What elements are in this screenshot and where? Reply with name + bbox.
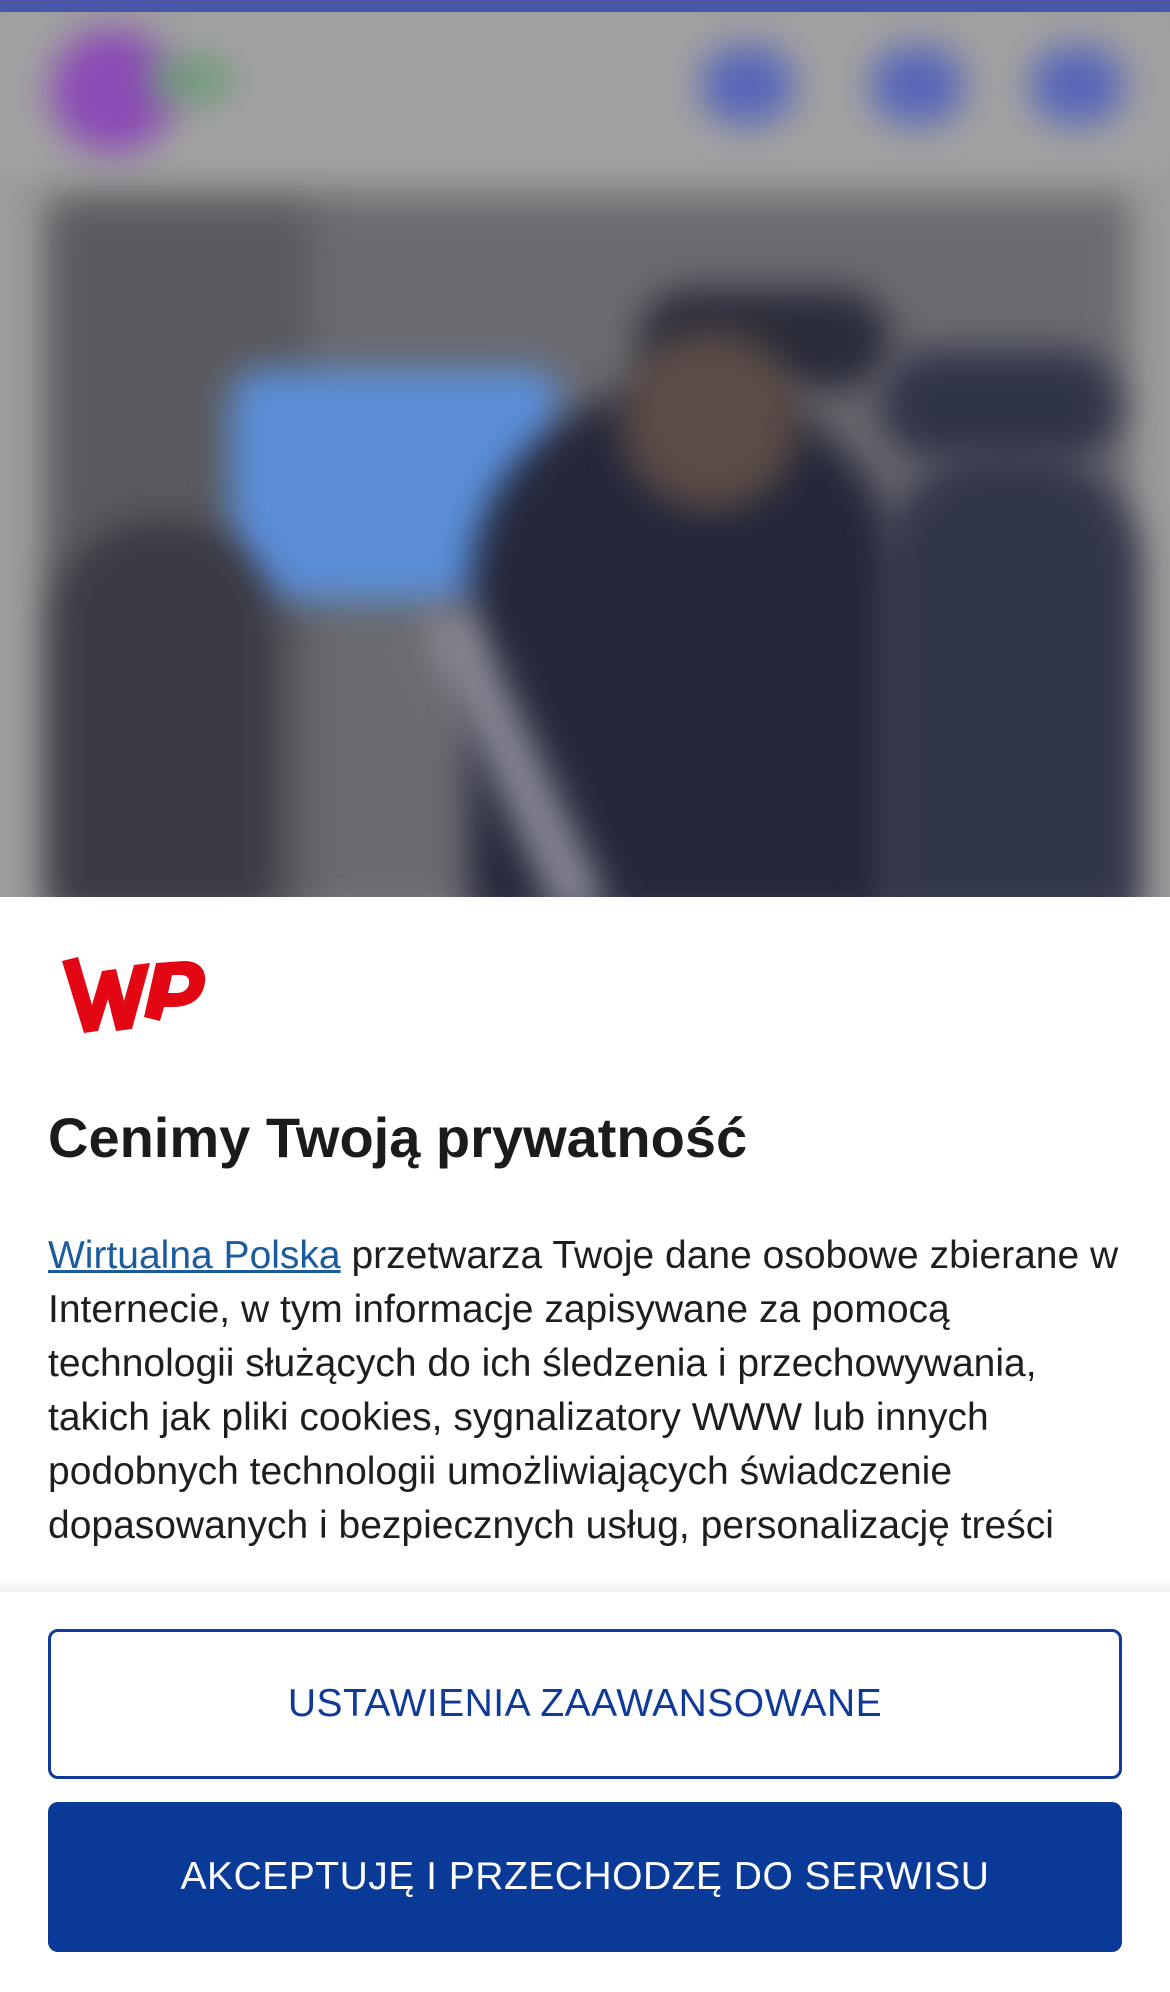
scroll-fade — [0, 1579, 1170, 1593]
wp-logo: WP — [62, 957, 206, 1033]
background-icon — [700, 45, 795, 125]
background-photo-cap — [880, 350, 1120, 460]
wirtualna-polska-link[interactable]: Wirtualna Polska — [48, 1234, 341, 1277]
consent-actions: USTAWIENIA ZAAWANSOWANE AKCEPTUJĘ I PRZE… — [0, 1592, 1170, 1992]
background-icon — [1030, 45, 1125, 125]
background-photo-person — [55, 520, 275, 900]
consent-sheet: WP Cenimy Twoją prywatność Wirtualna Pol… — [0, 897, 1170, 1992]
background-topbar — [0, 0, 1170, 12]
consent-body-content: przetwarza Twoje dane osobowe zbierane w… — [48, 1234, 1119, 1547]
consent-body-text: Wirtualna Polska przetwarza Twoje dane o… — [48, 1229, 1128, 1599]
consent-title: Cenimy Twoją prywatność — [48, 1106, 748, 1169]
background-icon — [870, 45, 965, 125]
advanced-settings-button[interactable]: USTAWIENIA ZAAWANSOWANE — [48, 1629, 1122, 1779]
background-logo-accent — [150, 60, 230, 100]
background-page — [0, 0, 1170, 900]
background-photo-head — [620, 330, 800, 510]
background-photo-officer — [880, 450, 1140, 900]
accept-button[interactable]: AKCEPTUJĘ I PRZECHODZĘ DO SERWISU — [48, 1802, 1122, 1952]
